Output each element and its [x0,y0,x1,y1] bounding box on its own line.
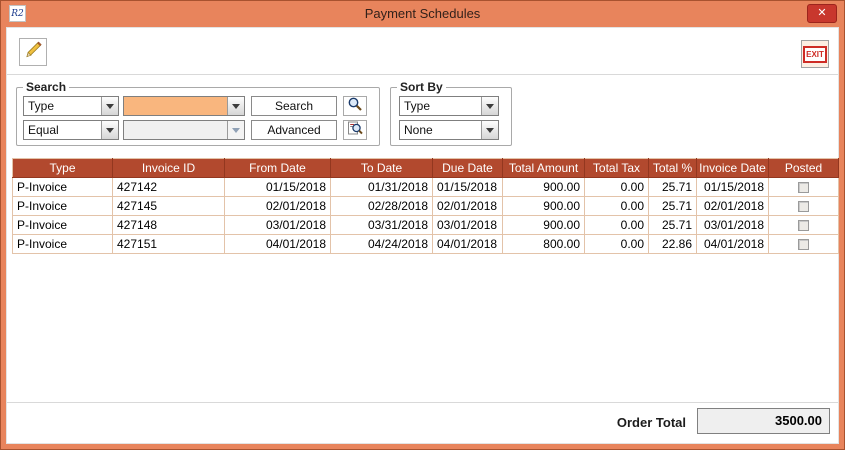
search-field-select[interactable]: Type [23,96,119,116]
cell-total-amount: 900.00 [503,216,585,235]
cell-to-date: 02/28/2018 [331,197,433,216]
cell-to-date: 01/31/2018 [331,178,433,197]
cell-type: P-Invoice [13,197,113,216]
sortby-group-label: Sort By [397,80,446,94]
cell-total-amount: 900.00 [503,197,585,216]
dropdown-arrow-icon [227,121,244,139]
column-header-due-date[interactable]: Due Date [433,159,503,178]
posted-checkbox [798,239,809,250]
pencil-icon [23,40,43,65]
cell-to-date: 04/24/2018 [331,235,433,254]
advanced-search-icon [347,120,363,141]
cell-total-amount: 800.00 [503,235,585,254]
cell-due-date: 03/01/2018 [433,216,503,235]
posted-checkbox [798,220,809,231]
cell-total-tax: 0.00 [585,216,649,235]
dropdown-arrow-icon[interactable] [101,97,118,115]
dropdown-arrow-icon[interactable] [481,121,498,139]
column-header-type[interactable]: Type [13,159,113,178]
cell-invoice-date: 04/01/2018 [697,235,769,254]
schedules-grid: Type Invoice ID From Date To Date Due Da… [12,158,838,254]
cell-invoice-date: 01/15/2018 [697,178,769,197]
footer-divider [7,402,838,403]
grid-header-row: Type Invoice ID From Date To Date Due Da… [13,159,839,178]
cell-posted [769,178,839,197]
dropdown-arrow-icon[interactable] [481,97,498,115]
column-header-from-date[interactable]: From Date [225,159,331,178]
search-value-combo[interactable] [123,96,245,116]
cell-total-tax: 0.00 [585,178,649,197]
advanced-button[interactable]: Advanced [251,120,337,140]
edit-button[interactable] [19,38,47,66]
column-header-total-amount[interactable]: Total Amount [503,159,585,178]
search-operator-value-combo [123,120,245,140]
cell-type: P-Invoice [13,178,113,197]
cell-posted [769,235,839,254]
cell-from-date: 03/01/2018 [225,216,331,235]
column-header-posted[interactable]: Posted [769,159,839,178]
cell-invoice-id: 427145 [113,197,225,216]
search-button[interactable]: Search [251,96,337,116]
posted-checkbox [798,182,809,193]
window-title: Payment Schedules [1,6,844,21]
cell-posted [769,216,839,235]
cell-due-date: 01/15/2018 [433,178,503,197]
search-operator-select[interactable]: Equal [23,120,119,140]
toolbar-divider [7,74,838,75]
cell-from-date: 04/01/2018 [225,235,331,254]
cell-to-date: 03/31/2018 [331,216,433,235]
cell-invoice-id: 427151 [113,235,225,254]
table-row[interactable]: P-Invoice 427148 03/01/2018 03/31/2018 0… [13,216,839,235]
cell-due-date: 02/01/2018 [433,197,503,216]
cell-from-date: 02/01/2018 [225,197,331,216]
cell-total-amount: 900.00 [503,178,585,197]
cell-type: P-Invoice [13,235,113,254]
cell-posted [769,197,839,216]
order-total-label: Order Total [617,415,686,430]
column-header-invoice-date[interactable]: Invoice Date [697,159,769,178]
close-icon: ✕ [817,7,826,19]
sort-primary-select[interactable]: Type [399,96,499,116]
column-header-to-date[interactable]: To Date [331,159,433,178]
cell-invoice-date: 02/01/2018 [697,197,769,216]
cell-type: P-Invoice [13,216,113,235]
table-row[interactable]: P-Invoice 427145 02/01/2018 02/28/2018 0… [13,197,839,216]
table-row[interactable]: P-Invoice 427142 01/15/2018 01/31/2018 0… [13,178,839,197]
table-row[interactable]: P-Invoice 427151 04/01/2018 04/24/2018 0… [13,235,839,254]
exit-icon: EXIT [803,46,827,63]
cell-total-pct: 25.71 [649,178,697,197]
column-header-invoice-id[interactable]: Invoice ID [113,159,225,178]
magnifier-icon [347,96,363,117]
order-total-value: 3500.00 [697,408,830,434]
sort-secondary-select[interactable]: None [399,120,499,140]
cell-from-date: 01/15/2018 [225,178,331,197]
search-groupbox: Search Type Search Equal [16,80,380,146]
content-area: EXIT Search Type Search [6,27,839,444]
search-group-label: Search [23,80,69,94]
posted-checkbox [798,201,809,212]
cell-total-tax: 0.00 [585,197,649,216]
cell-total-pct: 25.71 [649,216,697,235]
dropdown-arrow-icon[interactable] [227,97,244,115]
search-icon-button[interactable] [343,96,367,116]
column-header-total-pct[interactable]: Total % [649,159,697,178]
cell-total-pct: 25.71 [649,197,697,216]
exit-button[interactable]: EXIT [801,40,829,68]
payment-schedules-window: R2 Payment Schedules ✕ EXIT Search [0,0,845,450]
cell-due-date: 04/01/2018 [433,235,503,254]
cell-invoice-date: 03/01/2018 [697,216,769,235]
dropdown-arrow-icon[interactable] [101,121,118,139]
cell-invoice-id: 427148 [113,216,225,235]
cell-total-tax: 0.00 [585,235,649,254]
sortby-groupbox: Sort By Type None [390,80,512,146]
cell-invoice-id: 427142 [113,178,225,197]
titlebar[interactable]: R2 Payment Schedules ✕ [1,1,844,27]
cell-total-pct: 22.86 [649,235,697,254]
close-button[interactable]: ✕ [807,4,837,23]
column-header-total-tax[interactable]: Total Tax [585,159,649,178]
advanced-search-icon-button[interactable] [343,120,367,140]
